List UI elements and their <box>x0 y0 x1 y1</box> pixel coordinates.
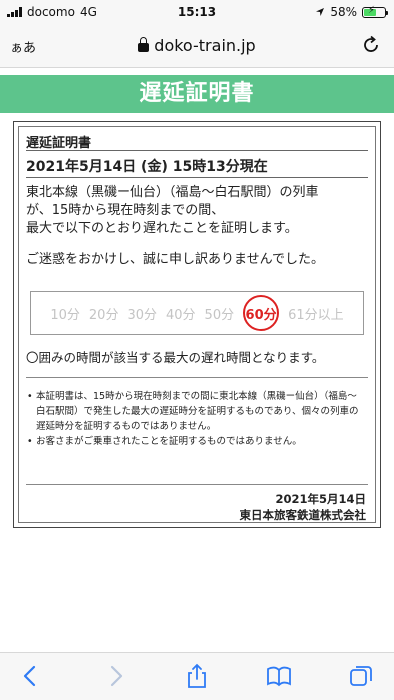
delay-option-selected: 60分 <box>243 295 280 331</box>
delay-option: 30分 <box>127 307 157 323</box>
back-icon[interactable] <box>18 663 44 689</box>
address-bar: ぁあ doko-train.jp <box>0 24 394 68</box>
safari-toolbar <box>0 652 394 700</box>
reload-icon[interactable] <box>360 34 382 56</box>
share-icon[interactable] <box>184 663 210 689</box>
certificate-title: 遅延証明書 <box>26 136 92 151</box>
bookmarks-icon[interactable] <box>266 663 292 689</box>
company-name: 東日本旅客鉄道株式会社 <box>239 508 367 522</box>
delay-option: 61分以上 <box>288 307 344 323</box>
status-bar: docomo 4G 15:13 58% ⚡ <box>0 0 394 24</box>
tabs-icon[interactable] <box>348 663 374 689</box>
body-line: 最大で以下のとおり遅れたことを証明します。 <box>26 221 298 236</box>
lock-icon <box>138 37 150 52</box>
certificate-date-line: 2021年5月14日 (金) 15時13分現在 <box>26 159 268 175</box>
note-item: 本証明書は、15時から現在時刻までの間に東北本線（黒磯ー仙台）（福島〜白石駅間）… <box>26 389 365 434</box>
body-line: 東北本線（黒磯ー仙台）（福島〜白石駅間）の列車 <box>26 185 319 200</box>
body-line: が、15時から現在時刻までの間、 <box>26 203 225 218</box>
apology-text: ご迷惑をおかけし、誠に申し訳ありませんでした。 <box>26 252 324 267</box>
certificate-inner-frame: 遅延証明書 2021年5月14日 (金) 15時13分現在 東北本線（黒磯ー仙台… <box>18 126 376 523</box>
forward-icon[interactable] <box>102 663 128 689</box>
location-arrow-icon <box>316 8 325 16</box>
circled-time-note: 〇囲みの時間が該当する最大の遅れ時間となります。 <box>26 350 325 365</box>
notes-list: 本証明書は、15時から現在時刻までの間に東北本線（黒磯ー仙台）（福島〜白石駅間）… <box>26 389 365 449</box>
charging-bolt-icon: ⚡ <box>368 4 376 16</box>
certificate-body: 東北本線（黒磯ー仙台）（福島〜白石駅間）の列車 が、15時から現在時刻までの間、… <box>26 184 369 238</box>
divider <box>26 377 368 378</box>
note-item: お客さまがご乗車されたことを証明するものではありません。 <box>26 434 365 449</box>
delay-options-box: 10分 20分 30分 40分 50分 60分 61分以上 <box>30 291 364 335</box>
divider <box>26 484 368 485</box>
status-right: 58% ⚡ <box>315 4 388 19</box>
issue-date: 2021年5月14日 <box>275 492 366 506</box>
url-field[interactable]: doko-train.jp <box>0 36 394 55</box>
page-title: 遅延証明書 <box>0 75 394 113</box>
battery-icon: ⚡ <box>362 4 388 18</box>
delay-option: 50分 <box>204 307 235 323</box>
delay-certificate: 遅延証明書 2021年5月14日 (金) 15時13分現在 東北本線（黒磯ー仙台… <box>13 121 381 528</box>
delay-option: 20分 <box>88 307 119 323</box>
url-text: doko-train.jp <box>154 36 256 55</box>
divider <box>26 150 368 151</box>
delay-option: 40分 <box>166 307 196 323</box>
battery-percent: 58% <box>330 5 357 19</box>
divider <box>26 177 368 178</box>
delay-option: 10分 <box>50 307 80 323</box>
